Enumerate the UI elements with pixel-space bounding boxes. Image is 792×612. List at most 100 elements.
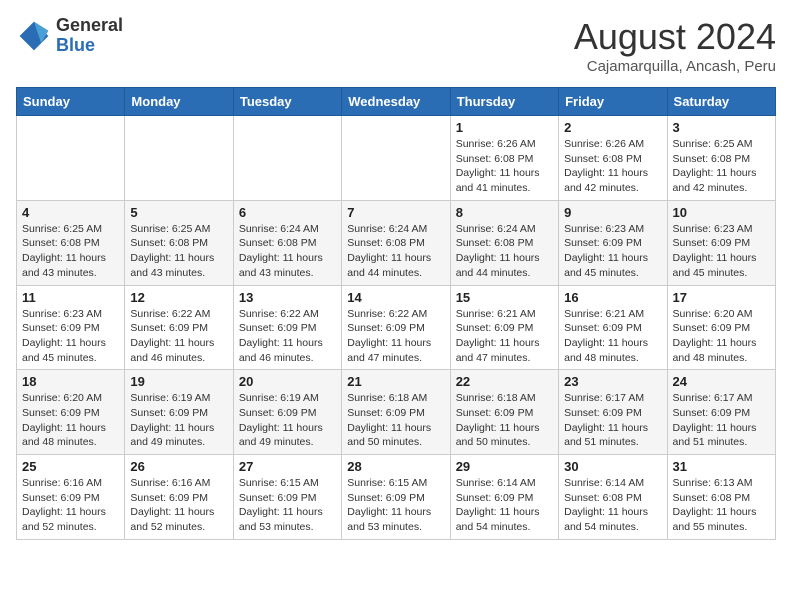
day-info: Sunrise: 6:18 AMSunset: 6:09 PMDaylight:… bbox=[347, 391, 444, 450]
day-info: Sunrise: 6:19 AMSunset: 6:09 PMDaylight:… bbox=[239, 391, 336, 450]
day-number: 16 bbox=[564, 290, 661, 305]
calendar-cell bbox=[342, 116, 450, 201]
calendar-cell bbox=[17, 116, 125, 201]
calendar-cell: 1 Sunrise: 6:26 AMSunset: 6:08 PMDaylight… bbox=[450, 116, 558, 201]
calendar-cell: 13 Sunrise: 6:22 AMSunset: 6:09 PMDayligh… bbox=[233, 285, 341, 370]
day-info: Sunrise: 6:24 AMSunset: 6:08 PMDaylight:… bbox=[456, 222, 553, 281]
calendar-cell: 25 Sunrise: 6:16 AMSunset: 6:09 PMDayligh… bbox=[17, 455, 125, 540]
day-info: Sunrise: 6:23 AMSunset: 6:09 PMDaylight:… bbox=[564, 222, 661, 281]
day-info: Sunrise: 6:26 AMSunset: 6:08 PMDaylight:… bbox=[564, 137, 661, 196]
calendar-cell: 18 Sunrise: 6:20 AMSunset: 6:09 PMDayligh… bbox=[17, 370, 125, 455]
day-number: 3 bbox=[673, 120, 770, 135]
calendar-cell: 7 Sunrise: 6:24 AMSunset: 6:08 PMDaylight… bbox=[342, 200, 450, 285]
calendar-cell bbox=[125, 116, 233, 201]
day-info: Sunrise: 6:25 AMSunset: 6:08 PMDaylight:… bbox=[22, 222, 119, 281]
day-info: Sunrise: 6:17 AMSunset: 6:09 PMDaylight:… bbox=[564, 391, 661, 450]
day-number: 8 bbox=[456, 205, 553, 220]
calendar-cell: 8 Sunrise: 6:24 AMSunset: 6:08 PMDaylight… bbox=[450, 200, 558, 285]
weekday-header-saturday: Saturday bbox=[667, 88, 775, 116]
day-number: 5 bbox=[130, 205, 227, 220]
calendar-cell: 24 Sunrise: 6:17 AMSunset: 6:09 PMDayligh… bbox=[667, 370, 775, 455]
calendar-week-3: 11Sunrise: 6:23 AMSunset: 6:09 PMDayligh… bbox=[17, 285, 776, 370]
calendar-body: 1 Sunrise: 6:26 AMSunset: 6:08 PMDaylight… bbox=[17, 116, 776, 540]
weekday-header-wednesday: Wednesday bbox=[342, 88, 450, 116]
calendar-table: SundayMondayTuesdayWednesdayThursdayFrid… bbox=[16, 87, 776, 540]
day-number: 20 bbox=[239, 374, 336, 389]
day-number: 15 bbox=[456, 290, 553, 305]
calendar-cell: 31Sunrise: 6:13 AMSunset: 6:08 PMDayligh… bbox=[667, 455, 775, 540]
day-number: 26 bbox=[130, 459, 227, 474]
logo-blue: Blue bbox=[56, 36, 123, 56]
day-number: 10 bbox=[673, 205, 770, 220]
calendar-cell: 26 Sunrise: 6:16 AMSunset: 6:09 PMDayligh… bbox=[125, 455, 233, 540]
day-info: Sunrise: 6:24 AMSunset: 6:08 PMDaylight:… bbox=[239, 222, 336, 281]
calendar-cell: 19Sunrise: 6:19 AMSunset: 6:09 PMDayligh… bbox=[125, 370, 233, 455]
day-number: 24 bbox=[673, 374, 770, 389]
day-number: 21 bbox=[347, 374, 444, 389]
day-info: Sunrise: 6:16 AMSunset: 6:09 PMDaylight:… bbox=[22, 476, 119, 535]
day-info: Sunrise: 6:19 AMSunset: 6:09 PMDaylight:… bbox=[130, 391, 227, 450]
weekday-header-thursday: Thursday bbox=[450, 88, 558, 116]
calendar-cell: 20 Sunrise: 6:19 AMSunset: 6:09 PMDayligh… bbox=[233, 370, 341, 455]
calendar-cell: 22Sunrise: 6:18 AMSunset: 6:09 PMDayligh… bbox=[450, 370, 558, 455]
day-number: 25 bbox=[22, 459, 119, 474]
calendar-cell: 28Sunrise: 6:15 AMSunset: 6:09 PMDayligh… bbox=[342, 455, 450, 540]
calendar-cell: 11Sunrise: 6:23 AMSunset: 6:09 PMDayligh… bbox=[17, 285, 125, 370]
calendar-cell: 10 Sunrise: 6:23 AMSunset: 6:09 PMDayligh… bbox=[667, 200, 775, 285]
day-info: Sunrise: 6:14 AMSunset: 6:08 PMDaylight:… bbox=[564, 476, 661, 535]
day-info: Sunrise: 6:20 AMSunset: 6:09 PMDaylight:… bbox=[673, 307, 770, 366]
day-number: 18 bbox=[22, 374, 119, 389]
calendar-cell: 29 Sunrise: 6:14 AMSunset: 6:09 PMDayligh… bbox=[450, 455, 558, 540]
day-number: 12 bbox=[130, 290, 227, 305]
day-info: Sunrise: 6:17 AMSunset: 6:09 PMDaylight:… bbox=[673, 391, 770, 450]
day-info: Sunrise: 6:22 AMSunset: 6:09 PMDaylight:… bbox=[239, 307, 336, 366]
calendar-cell: 16 Sunrise: 6:21 AMSunset: 6:09 PMDayligh… bbox=[559, 285, 667, 370]
day-info: Sunrise: 6:14 AMSunset: 6:09 PMDaylight:… bbox=[456, 476, 553, 535]
calendar-cell: 27Sunrise: 6:15 AMSunset: 6:09 PMDayligh… bbox=[233, 455, 341, 540]
day-number: 13 bbox=[239, 290, 336, 305]
calendar-cell bbox=[233, 116, 341, 201]
day-info: Sunrise: 6:23 AMSunset: 6:09 PMDaylight:… bbox=[22, 307, 119, 366]
calendar-cell: 15 Sunrise: 6:21 AMSunset: 6:09 PMDayligh… bbox=[450, 285, 558, 370]
day-number: 9 bbox=[564, 205, 661, 220]
day-number: 27 bbox=[239, 459, 336, 474]
day-info: Sunrise: 6:26 AMSunset: 6:08 PMDaylight:… bbox=[456, 137, 553, 196]
day-number: 17 bbox=[673, 290, 770, 305]
weekday-header-sunday: Sunday bbox=[17, 88, 125, 116]
month-title: August 2024 bbox=[574, 16, 776, 58]
calendar-cell: 30 Sunrise: 6:14 AMSunset: 6:08 PMDayligh… bbox=[559, 455, 667, 540]
day-info: Sunrise: 6:23 AMSunset: 6:09 PMDaylight:… bbox=[673, 222, 770, 281]
calendar-cell: 4 Sunrise: 6:25 AMSunset: 6:08 PMDaylight… bbox=[17, 200, 125, 285]
page-header: General Blue August 2024 Cajamarquilla, … bbox=[16, 16, 776, 75]
weekday-header-tuesday: Tuesday bbox=[233, 88, 341, 116]
calendar-cell: 23 Sunrise: 6:17 AMSunset: 6:09 PMDayligh… bbox=[559, 370, 667, 455]
day-info: Sunrise: 6:21 AMSunset: 6:09 PMDaylight:… bbox=[456, 307, 553, 366]
calendar-cell: 9 Sunrise: 6:23 AMSunset: 6:09 PMDaylight… bbox=[559, 200, 667, 285]
day-info: Sunrise: 6:21 AMSunset: 6:09 PMDaylight:… bbox=[564, 307, 661, 366]
day-info: Sunrise: 6:16 AMSunset: 6:09 PMDaylight:… bbox=[130, 476, 227, 535]
day-number: 4 bbox=[22, 205, 119, 220]
calendar-header: SundayMondayTuesdayWednesdayThursdayFrid… bbox=[17, 88, 776, 116]
day-number: 6 bbox=[239, 205, 336, 220]
weekday-header-monday: Monday bbox=[125, 88, 233, 116]
day-number: 29 bbox=[456, 459, 553, 474]
day-info: Sunrise: 6:25 AMSunset: 6:08 PMDaylight:… bbox=[130, 222, 227, 281]
title-area: August 2024 Cajamarquilla, Ancash, Peru bbox=[574, 16, 776, 75]
calendar-cell: 21 Sunrise: 6:18 AMSunset: 6:09 PMDayligh… bbox=[342, 370, 450, 455]
day-info: Sunrise: 6:15 AMSunset: 6:09 PMDaylight:… bbox=[347, 476, 444, 535]
location: Cajamarquilla, Ancash, Peru bbox=[574, 58, 776, 75]
day-number: 14 bbox=[347, 290, 444, 305]
day-info: Sunrise: 6:22 AMSunset: 6:09 PMDaylight:… bbox=[347, 307, 444, 366]
logo-text: General Blue bbox=[56, 16, 123, 56]
day-number: 1 bbox=[456, 120, 553, 135]
day-number: 30 bbox=[564, 459, 661, 474]
calendar-cell: 2Sunrise: 6:26 AMSunset: 6:08 PMDaylight… bbox=[559, 116, 667, 201]
day-info: Sunrise: 6:20 AMSunset: 6:09 PMDaylight:… bbox=[22, 391, 119, 450]
day-info: Sunrise: 6:24 AMSunset: 6:08 PMDaylight:… bbox=[347, 222, 444, 281]
day-info: Sunrise: 6:25 AMSunset: 6:08 PMDaylight:… bbox=[673, 137, 770, 196]
day-number: 23 bbox=[564, 374, 661, 389]
calendar-week-5: 25 Sunrise: 6:16 AMSunset: 6:09 PMDayligh… bbox=[17, 455, 776, 540]
day-number: 31 bbox=[673, 459, 770, 474]
day-number: 7 bbox=[347, 205, 444, 220]
calendar-week-1: 1 Sunrise: 6:26 AMSunset: 6:08 PMDaylight… bbox=[17, 116, 776, 201]
